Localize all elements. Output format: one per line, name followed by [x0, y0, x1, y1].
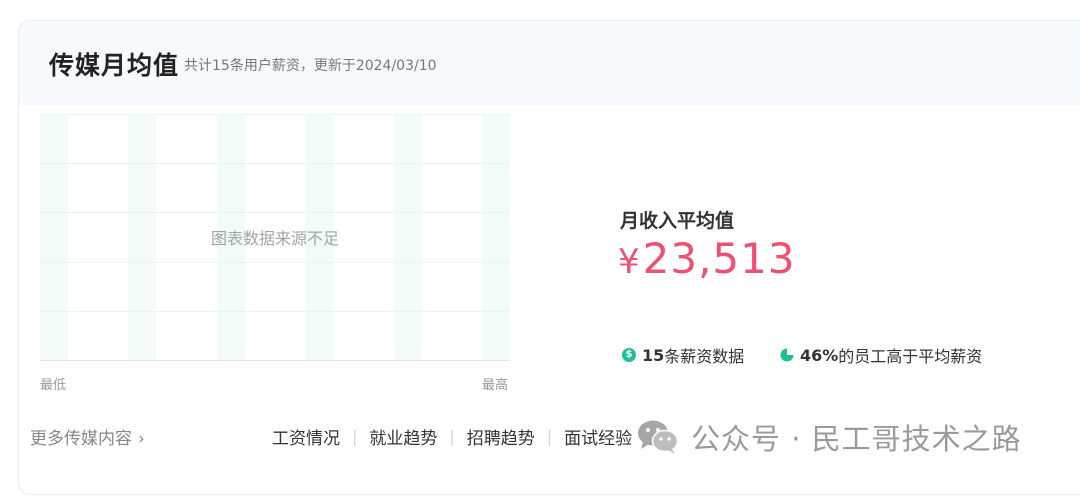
- link-salary-situation[interactable]: 工资情况: [272, 424, 340, 449]
- pie-chart-icon: [780, 348, 794, 362]
- footer-links: 工资情况 | 就业趋势 | 招聘趋势 | 面试经验: [272, 424, 632, 449]
- average-income-value: ¥23,513: [618, 234, 796, 283]
- currency-symbol: ¥: [618, 242, 641, 282]
- link-separator: |: [546, 427, 553, 446]
- records-label: 条薪资数据: [664, 347, 745, 366]
- link-recruitment-trend[interactable]: 招聘趋势: [467, 424, 535, 449]
- above-average-label: 的员工高于平均薪资: [838, 347, 983, 366]
- link-separator: |: [449, 427, 455, 446]
- chevron-right-icon: ›: [138, 429, 145, 449]
- update-info: 共计15条用户薪资，更新于2024/03/10: [184, 58, 437, 74]
- average-income-label: 月收入平均值: [620, 210, 735, 232]
- wechat-icon: [638, 420, 679, 454]
- above-average-percent: 46%: [800, 345, 839, 365]
- axis-max-label: 最高: [482, 378, 509, 393]
- records-stat: $ 15 条薪资数据: [622, 343, 744, 367]
- link-interview-experience[interactable]: 面试经验: [564, 424, 632, 449]
- above-average-stat: 46% 的员工高于平均薪资: [780, 343, 982, 367]
- more-media-link[interactable]: 更多传媒内容 ›: [30, 424, 145, 449]
- chart-empty-message: 图表数据来源不足: [210, 229, 339, 248]
- chart-gridlines: [40, 114, 510, 312]
- page-title: 传媒月均值: [49, 51, 180, 80]
- watermark: 公众号 · 民工哥技术之路: [637, 416, 1022, 458]
- dollar-icon: $: [622, 348, 636, 362]
- average-amount: 23,513: [642, 234, 796, 283]
- watermark-text: 公众号 · 民工哥技术之路: [691, 422, 1022, 456]
- records-count: 15: [642, 345, 665, 365]
- more-media-label: 更多传媒内容: [30, 429, 132, 449]
- link-employment-trend[interactable]: 就业趋势: [369, 424, 437, 449]
- link-separator: |: [352, 427, 358, 446]
- card-header: 传媒月均值 共计15条用户薪资，更新于2024/03/10: [19, 21, 1080, 106]
- axis-min-label: 最低: [40, 378, 67, 393]
